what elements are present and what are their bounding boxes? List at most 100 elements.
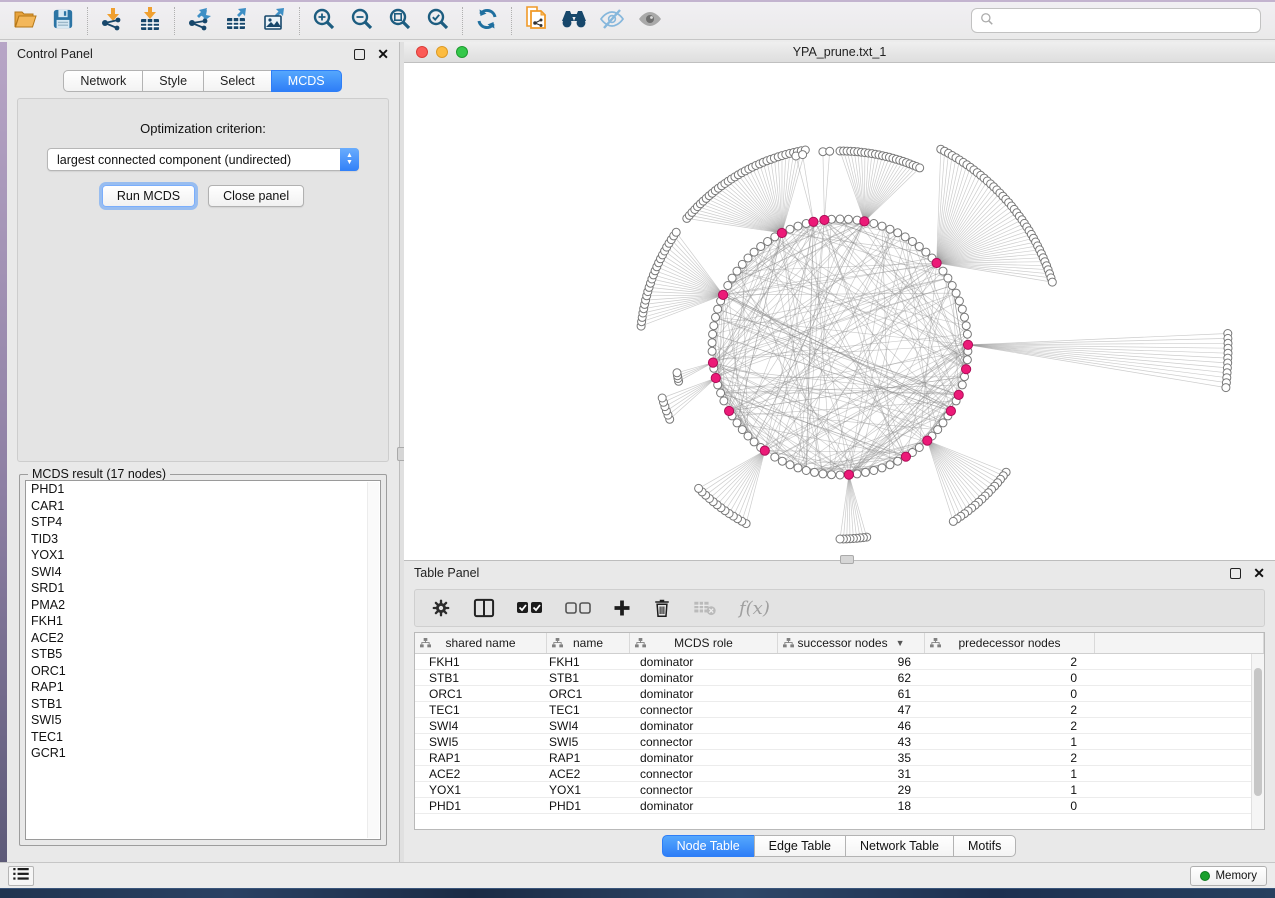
add-column-icon[interactable] [613,599,631,617]
network-node[interactable] [802,467,810,475]
mcds-node[interactable] [923,436,932,445]
mcds-result-item[interactable]: SWI5 [26,712,380,729]
network-node[interactable] [952,289,960,297]
mcds-result-item[interactable]: SWI4 [26,564,380,581]
deselect-all-checkboxes-icon[interactable] [565,601,591,615]
mcds-result-item[interactable]: RAP1 [26,679,380,696]
list-scrollbar[interactable] [367,482,379,838]
mcds-result-item[interactable]: STB5 [26,646,380,663]
save-session-button[interactable] [44,5,82,37]
table-row[interactable]: FKH1FKH1dominator962 [415,654,1264,670]
network-node[interactable] [708,347,716,355]
column-header-predecessor-nodes[interactable]: predecessor nodes [925,633,1095,653]
float-panel-icon[interactable] [354,49,365,60]
network-node[interactable] [714,305,722,313]
leaf-node[interactable] [836,535,844,543]
network-node[interactable] [958,305,966,313]
mcds-node[interactable] [725,406,734,415]
mcds-node[interactable] [708,358,717,367]
search-input[interactable] [999,14,1252,28]
network-node[interactable] [828,471,836,479]
leaf-node[interactable] [658,394,666,402]
network-node[interactable] [886,225,894,233]
network-node[interactable] [712,313,720,321]
network-node[interactable] [771,453,779,461]
network-node[interactable] [794,222,802,230]
leaf-node[interactable] [826,147,834,155]
network-node[interactable] [778,457,786,465]
leaf-node[interactable] [949,517,957,525]
network-node[interactable] [963,356,971,364]
network-node[interactable] [733,419,741,427]
table-row[interactable]: STB1STB1dominator620 [415,670,1264,686]
network-node[interactable] [939,419,947,427]
mcds-node[interactable] [711,373,720,382]
close-panel-button[interactable]: Close panel [208,185,304,207]
leaf-node[interactable] [799,151,807,159]
mcds-result-item[interactable]: TEC1 [26,729,380,746]
network-node[interactable] [958,381,966,389]
network-node[interactable] [939,267,947,275]
mcds-node[interactable] [809,217,818,226]
network-node[interactable] [728,274,736,282]
mcds-node[interactable] [901,452,910,461]
network-node[interactable] [738,260,746,268]
mcds-node[interactable] [844,470,853,479]
table-row[interactable]: TEC1TEC1connector472 [415,702,1264,718]
scrollbar-thumb[interactable] [1254,668,1262,796]
mcds-node[interactable] [932,258,941,267]
network-node[interactable] [708,339,716,347]
import-network-button[interactable] [93,5,131,37]
show-all-button[interactable] [631,5,669,37]
network-node[interactable] [738,426,746,434]
mcds-node[interactable] [962,365,971,374]
network-node[interactable] [963,330,971,338]
table-row[interactable]: RAP1RAP1dominator352 [415,750,1264,766]
network-node[interactable] [750,438,758,446]
mcds-result-item[interactable]: ACE2 [26,630,380,647]
network-node[interactable] [794,464,802,472]
refresh-layout-button[interactable] [468,5,506,37]
network-node[interactable] [836,215,844,223]
network-node[interactable] [757,243,765,251]
column-selector-icon[interactable] [473,598,495,618]
open-file-button[interactable] [6,5,44,37]
network-node[interactable] [962,322,970,330]
network-node[interactable] [961,313,969,321]
close-panel-icon[interactable]: ✕ [377,49,389,60]
network-node[interactable] [862,468,870,476]
network-node[interactable] [922,248,930,256]
network-node[interactable] [710,322,718,330]
network-node[interactable] [786,225,794,233]
mcds-result-list[interactable]: PHD1CAR1STP4TID3YOX1SWI4SRD1PMA2FKH1ACE2… [25,480,381,840]
table-row[interactable]: PHD1PHD1dominator180 [415,798,1264,814]
table-row[interactable]: ORC1ORC1dominator610 [415,686,1264,702]
mcds-node[interactable] [760,446,769,455]
new-network-from-selection-button[interactable] [517,5,555,37]
tab-style[interactable]: Style [142,70,204,92]
table-row[interactable]: SWI5SWI5connector431 [415,734,1264,750]
mcds-result-item[interactable]: ORC1 [26,663,380,680]
network-node[interactable] [901,233,909,241]
float-panel-icon[interactable] [1230,568,1241,579]
search-box[interactable] [971,8,1261,33]
network-node[interactable] [845,215,853,223]
leaf-node[interactable] [1222,384,1230,392]
network-node[interactable] [915,444,923,452]
mcds-result-item[interactable]: SRD1 [26,580,380,597]
table-row[interactable]: ACE2ACE2connector311 [415,766,1264,782]
mcds-node[interactable] [946,406,955,415]
network-node[interactable] [948,282,956,290]
network-node[interactable] [870,220,878,228]
network-node[interactable] [811,468,819,476]
tab-edge-table[interactable]: Edge Table [754,835,846,857]
network-node[interactable] [836,471,844,479]
table-row[interactable]: YOX1YOX1connector291 [415,782,1264,798]
mcds-result-item[interactable]: PHD1 [26,481,380,498]
network-node[interactable] [915,243,923,251]
column-header-MCDS-role[interactable]: MCDS role [630,633,778,653]
export-image-button[interactable] [256,5,294,37]
zoom-fit-button[interactable] [381,5,419,37]
table-row[interactable]: SWI4SWI4dominator462 [415,718,1264,734]
mcds-result-item[interactable]: CAR1 [26,498,380,515]
